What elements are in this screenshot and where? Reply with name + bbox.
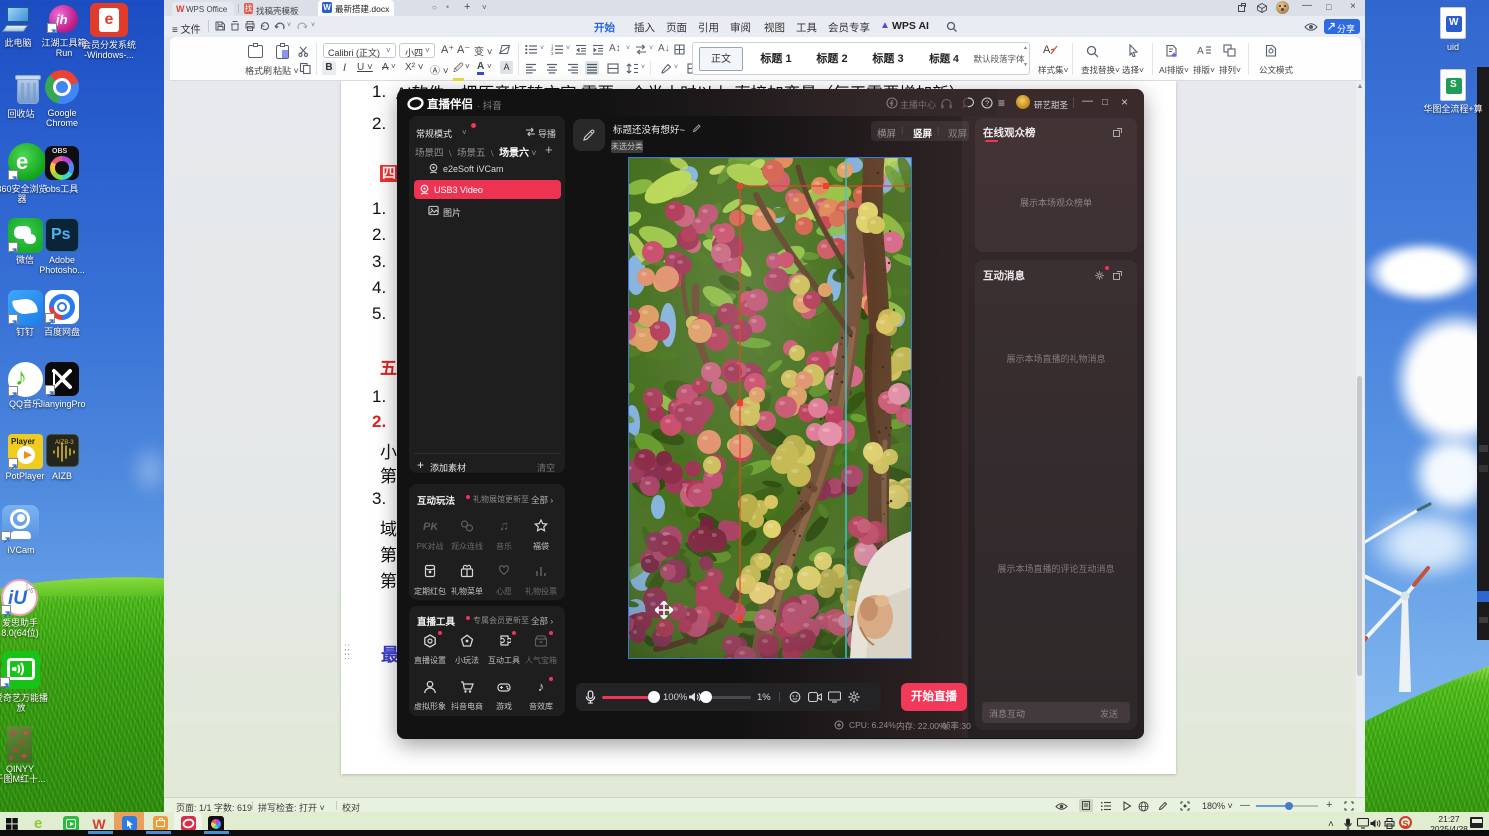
svg-text:A: A — [1197, 46, 1204, 57]
svg-text:AIZB-3: AIZB-3 — [55, 440, 74, 446]
svg-text:PK: PK — [423, 521, 437, 533]
svg-text:3: 3 — [551, 51, 554, 55]
svg-text:?: ? — [985, 99, 989, 108]
